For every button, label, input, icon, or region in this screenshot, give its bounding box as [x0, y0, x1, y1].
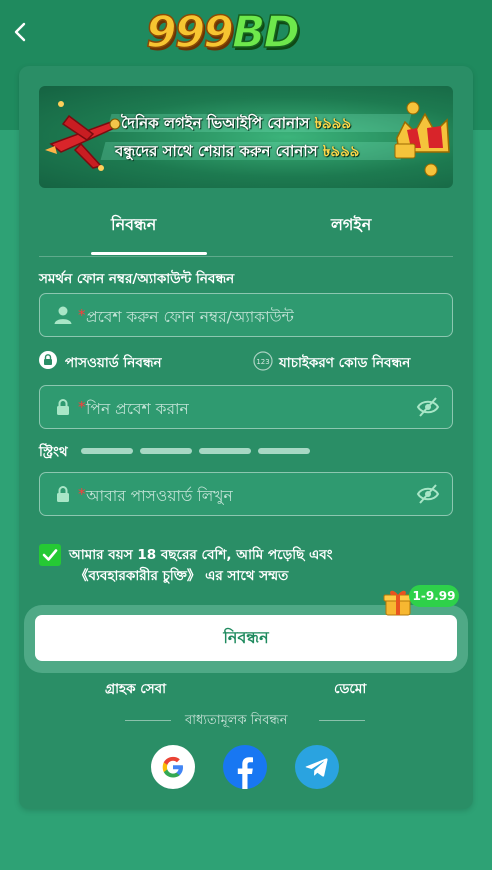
agreement-line-1: আমার বয়স 18 বছরের বেশি, আমি পড়েছি এবং [69, 547, 333, 563]
google-icon [162, 756, 183, 778]
back-arrow-icon [14, 22, 26, 42]
telegram-icon [305, 758, 328, 777]
strength-bar-3 [199, 448, 251, 454]
banner-line-1: দৈনিক লগইন ভিআইপি বোনাস ৳৯৯৯ [121, 112, 351, 137]
lock-circle-icon [39, 351, 57, 369]
facebook-login-button[interactable] [223, 745, 267, 789]
promo-badge: 1-9.99 [409, 585, 459, 607]
pin-field[interactable]: * পিন প্রবেশ করান [39, 385, 453, 429]
required-star: * [78, 485, 86, 503]
agreement-text: আমার বয়স 18 বছরের বেশি, আমি পড়েছি এবং … [69, 545, 333, 587]
logo-number: 999 [145, 7, 234, 59]
strength-bar-4 [258, 448, 310, 454]
tab-register[interactable]: নিবন্ধন [111, 212, 156, 239]
banner-line-2-text: বন্ধুদের সাথে শেয়ার করুন বোনাস [115, 142, 323, 160]
confirm-password-field[interactable]: * আবার পাসওয়ার্ড লিখুন [39, 472, 453, 516]
phone-input[interactable] [86, 294, 406, 336]
user-icon [54, 306, 72, 324]
code-icon: 123 [253, 351, 273, 371]
code-icon-text: 123 [256, 358, 269, 366]
confirm-password-input[interactable] [86, 473, 406, 515]
required-star: * [78, 306, 86, 324]
divider-line-right [319, 720, 365, 721]
demo-link[interactable]: ডেমো [334, 678, 366, 701]
check-icon [42, 549, 58, 561]
password-register-label: পাসওয়ার্ড নিবন্ধন [65, 355, 162, 371]
back-button[interactable] [10, 20, 32, 44]
auth-tabs: নিবন্ধন লগইন [39, 200, 453, 257]
google-login-button[interactable] [151, 745, 195, 789]
top-bar: 999BD [0, 0, 492, 66]
pin-input[interactable] [86, 386, 406, 428]
banner-line-1-text: দৈনিক লগইন ভিআইপি বোনাস [121, 114, 315, 132]
register-button[interactable]: নিবন্ধন [35, 615, 457, 661]
promo-banner[interactable]: দৈনিক লগইন ভিআইপি বোনাস ৳৯৯৯ বন্ধুদের সা… [39, 86, 453, 188]
agree-checkbox[interactable] [39, 544, 61, 566]
facebook-icon [237, 757, 253, 789]
banner-line-2: বন্ধুদের সাথে শেয়ার করুন বোনাস ৳৯৯৯ [115, 140, 360, 165]
eye-off-icon[interactable] [416, 483, 440, 505]
code-register-label: যাচাইকরণ কোড নিবন্ধন [279, 355, 411, 371]
banner-line-1-amount: ৳৯৯৯ [314, 114, 352, 132]
tab-login[interactable]: লগইন [331, 212, 371, 239]
strength-bar-2 [140, 448, 192, 454]
strength-label: স্ট্রিংথ [39, 444, 68, 460]
banner-line-2-amount: ৳৯৯৯ [322, 142, 360, 160]
logo-letters: BD [231, 7, 301, 59]
eye-off-icon[interactable] [416, 396, 440, 418]
user-agreement-link[interactable]: 《ব্যবহারকারীর চুক্তি》 এর সাথে সম্মত [69, 566, 333, 587]
register-card: দৈনিক লগইন ভিআইপি বোনাস ৳৯৯৯ বন্ধুদের সা… [19, 66, 473, 809]
lock-icon [57, 486, 69, 502]
divider-line-left [125, 720, 171, 721]
phone-field[interactable]: * প্রবেশ করুন ফোন নম্বর/অ্যাকাউন্ট [39, 293, 453, 337]
strength-bar-1 [81, 448, 133, 454]
lock-icon [57, 399, 69, 415]
active-tab-indicator [91, 252, 207, 255]
required-star: * [78, 398, 86, 416]
app-logo: 999BD [145, 7, 346, 59]
crown-icon [394, 101, 450, 177]
mandatory-register-label: বাধ্যতামূলক নিবন্ধন [185, 713, 288, 728]
telegram-login-button[interactable] [295, 745, 339, 789]
customer-service-link[interactable]: গ্রাহক সেবা [105, 678, 166, 701]
phone-label: সমর্থন ফোন নম্বর/অ্যাকাউন্ট নিবন্ধন [39, 271, 235, 287]
